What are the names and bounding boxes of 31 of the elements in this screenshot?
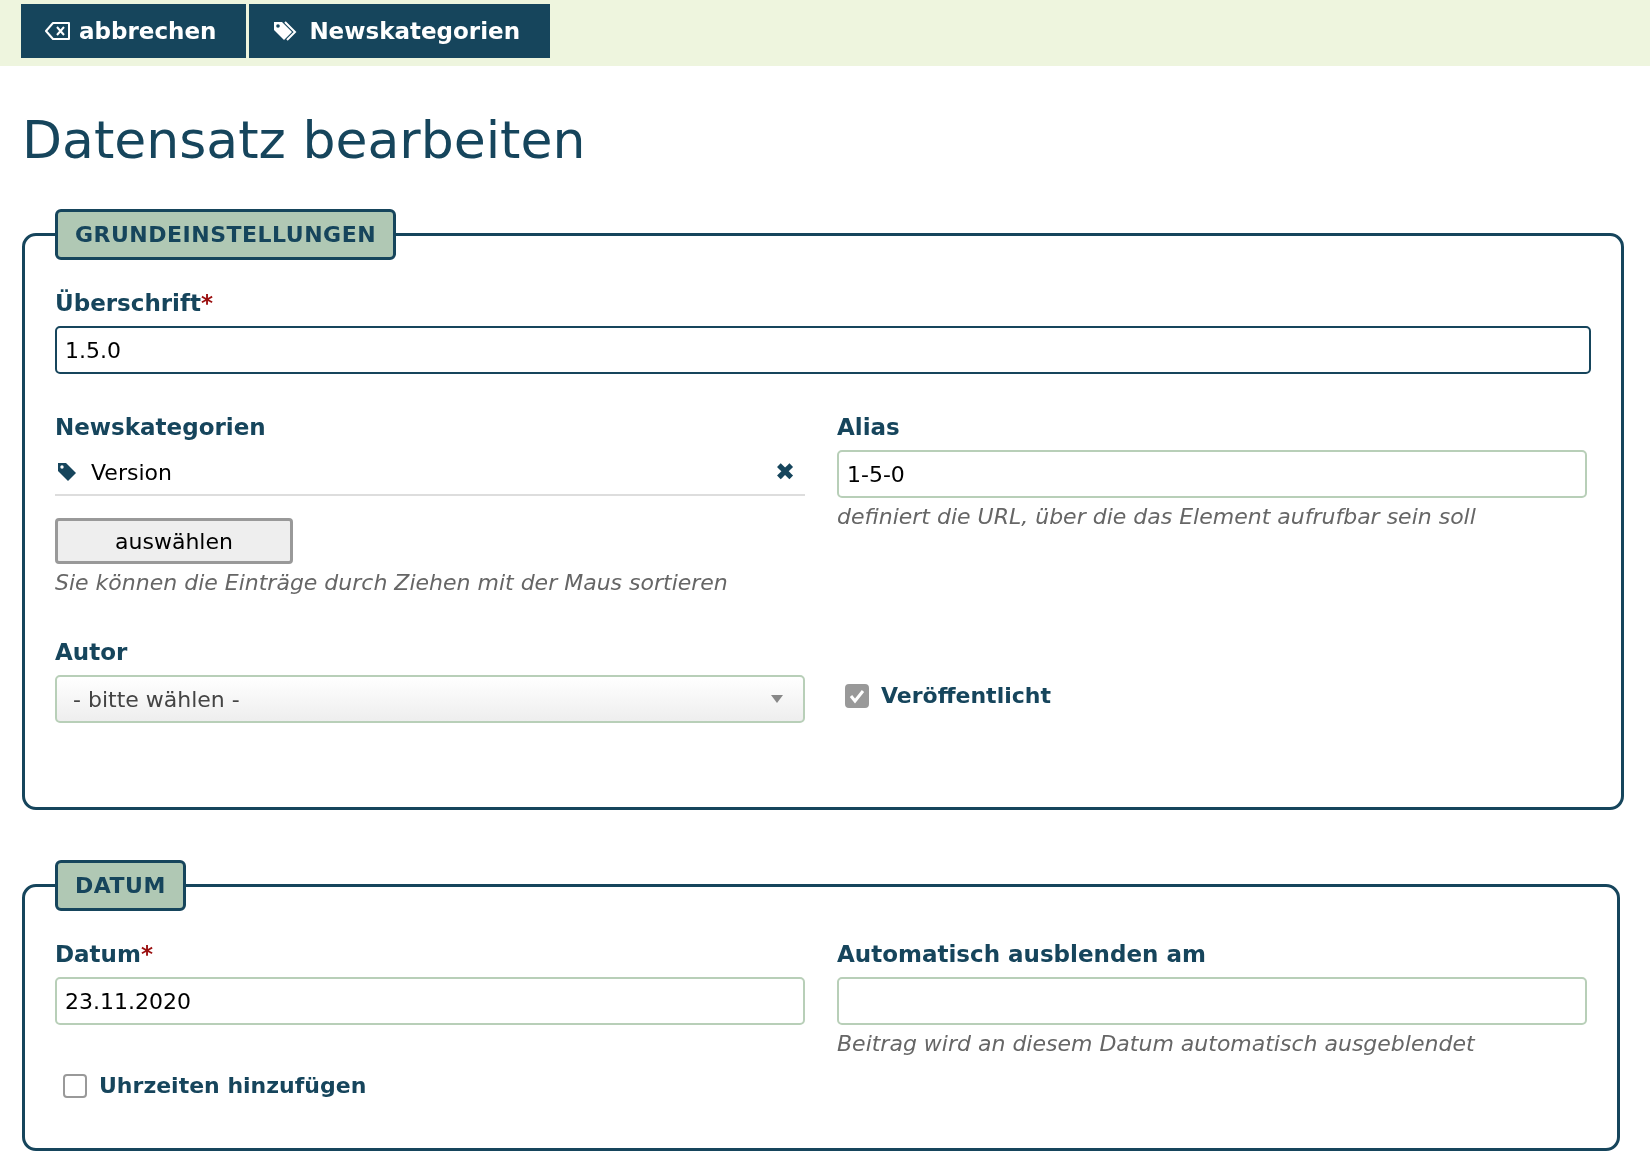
text-input[interactable]: 1-5-0 bbox=[837, 450, 1587, 499]
caret-icon bbox=[771, 695, 783, 704]
field-label: Newskategorien bbox=[55, 414, 267, 441]
text-input[interactable] bbox=[837, 977, 1587, 1026]
checkbox[interactable] bbox=[845, 683, 869, 708]
checkbox-label: Uhrzeiten hinzufügen bbox=[99, 1073, 367, 1099]
required-mark: * bbox=[201, 290, 214, 317]
tag-icon bbox=[57, 462, 77, 483]
section-legend: GRUNDEINSTELLUNGEN bbox=[55, 209, 397, 261]
toolbar-button[interactable]: Newskategorien bbox=[249, 4, 551, 58]
page-title: Datensatz bearbeiten bbox=[22, 112, 587, 170]
select-button[interactable]: auswählen bbox=[55, 518, 293, 565]
clear-icon bbox=[45, 21, 71, 41]
help-text: definiert die URL, über die das Element aufrufbar sein soll bbox=[837, 504, 1477, 530]
checkbox[interactable] bbox=[63, 1073, 87, 1098]
required-mark: * bbox=[140, 941, 153, 968]
author-select[interactable]: - bitte wählen - bbox=[55, 675, 805, 724]
field-label: Autor bbox=[55, 639, 129, 666]
section-legend: DATUM bbox=[55, 860, 186, 912]
tag-label: Version bbox=[91, 459, 173, 485]
field-label: Alias bbox=[837, 414, 901, 441]
field-label: Automatisch ausblenden am bbox=[837, 941, 1207, 968]
toolbar-button[interactable]: abbrechen bbox=[21, 4, 247, 58]
field-label: Überschrift* bbox=[55, 290, 215, 317]
text-input[interactable]: 23.11.2020 bbox=[55, 977, 805, 1026]
help-text: Sie können die Einträge durch Ziehen mit der Maus sortieren bbox=[55, 570, 729, 596]
heading-input[interactable]: 1.5.0 bbox=[55, 326, 1591, 375]
field-label: Datum* bbox=[55, 941, 154, 968]
checkbox-label: Veröffentlicht bbox=[881, 683, 1051, 709]
remove-button[interactable]: ✖ bbox=[765, 458, 805, 487]
help-text: Beitrag wird an diesem Datum automatisch ausgeblendet bbox=[837, 1031, 1477, 1057]
